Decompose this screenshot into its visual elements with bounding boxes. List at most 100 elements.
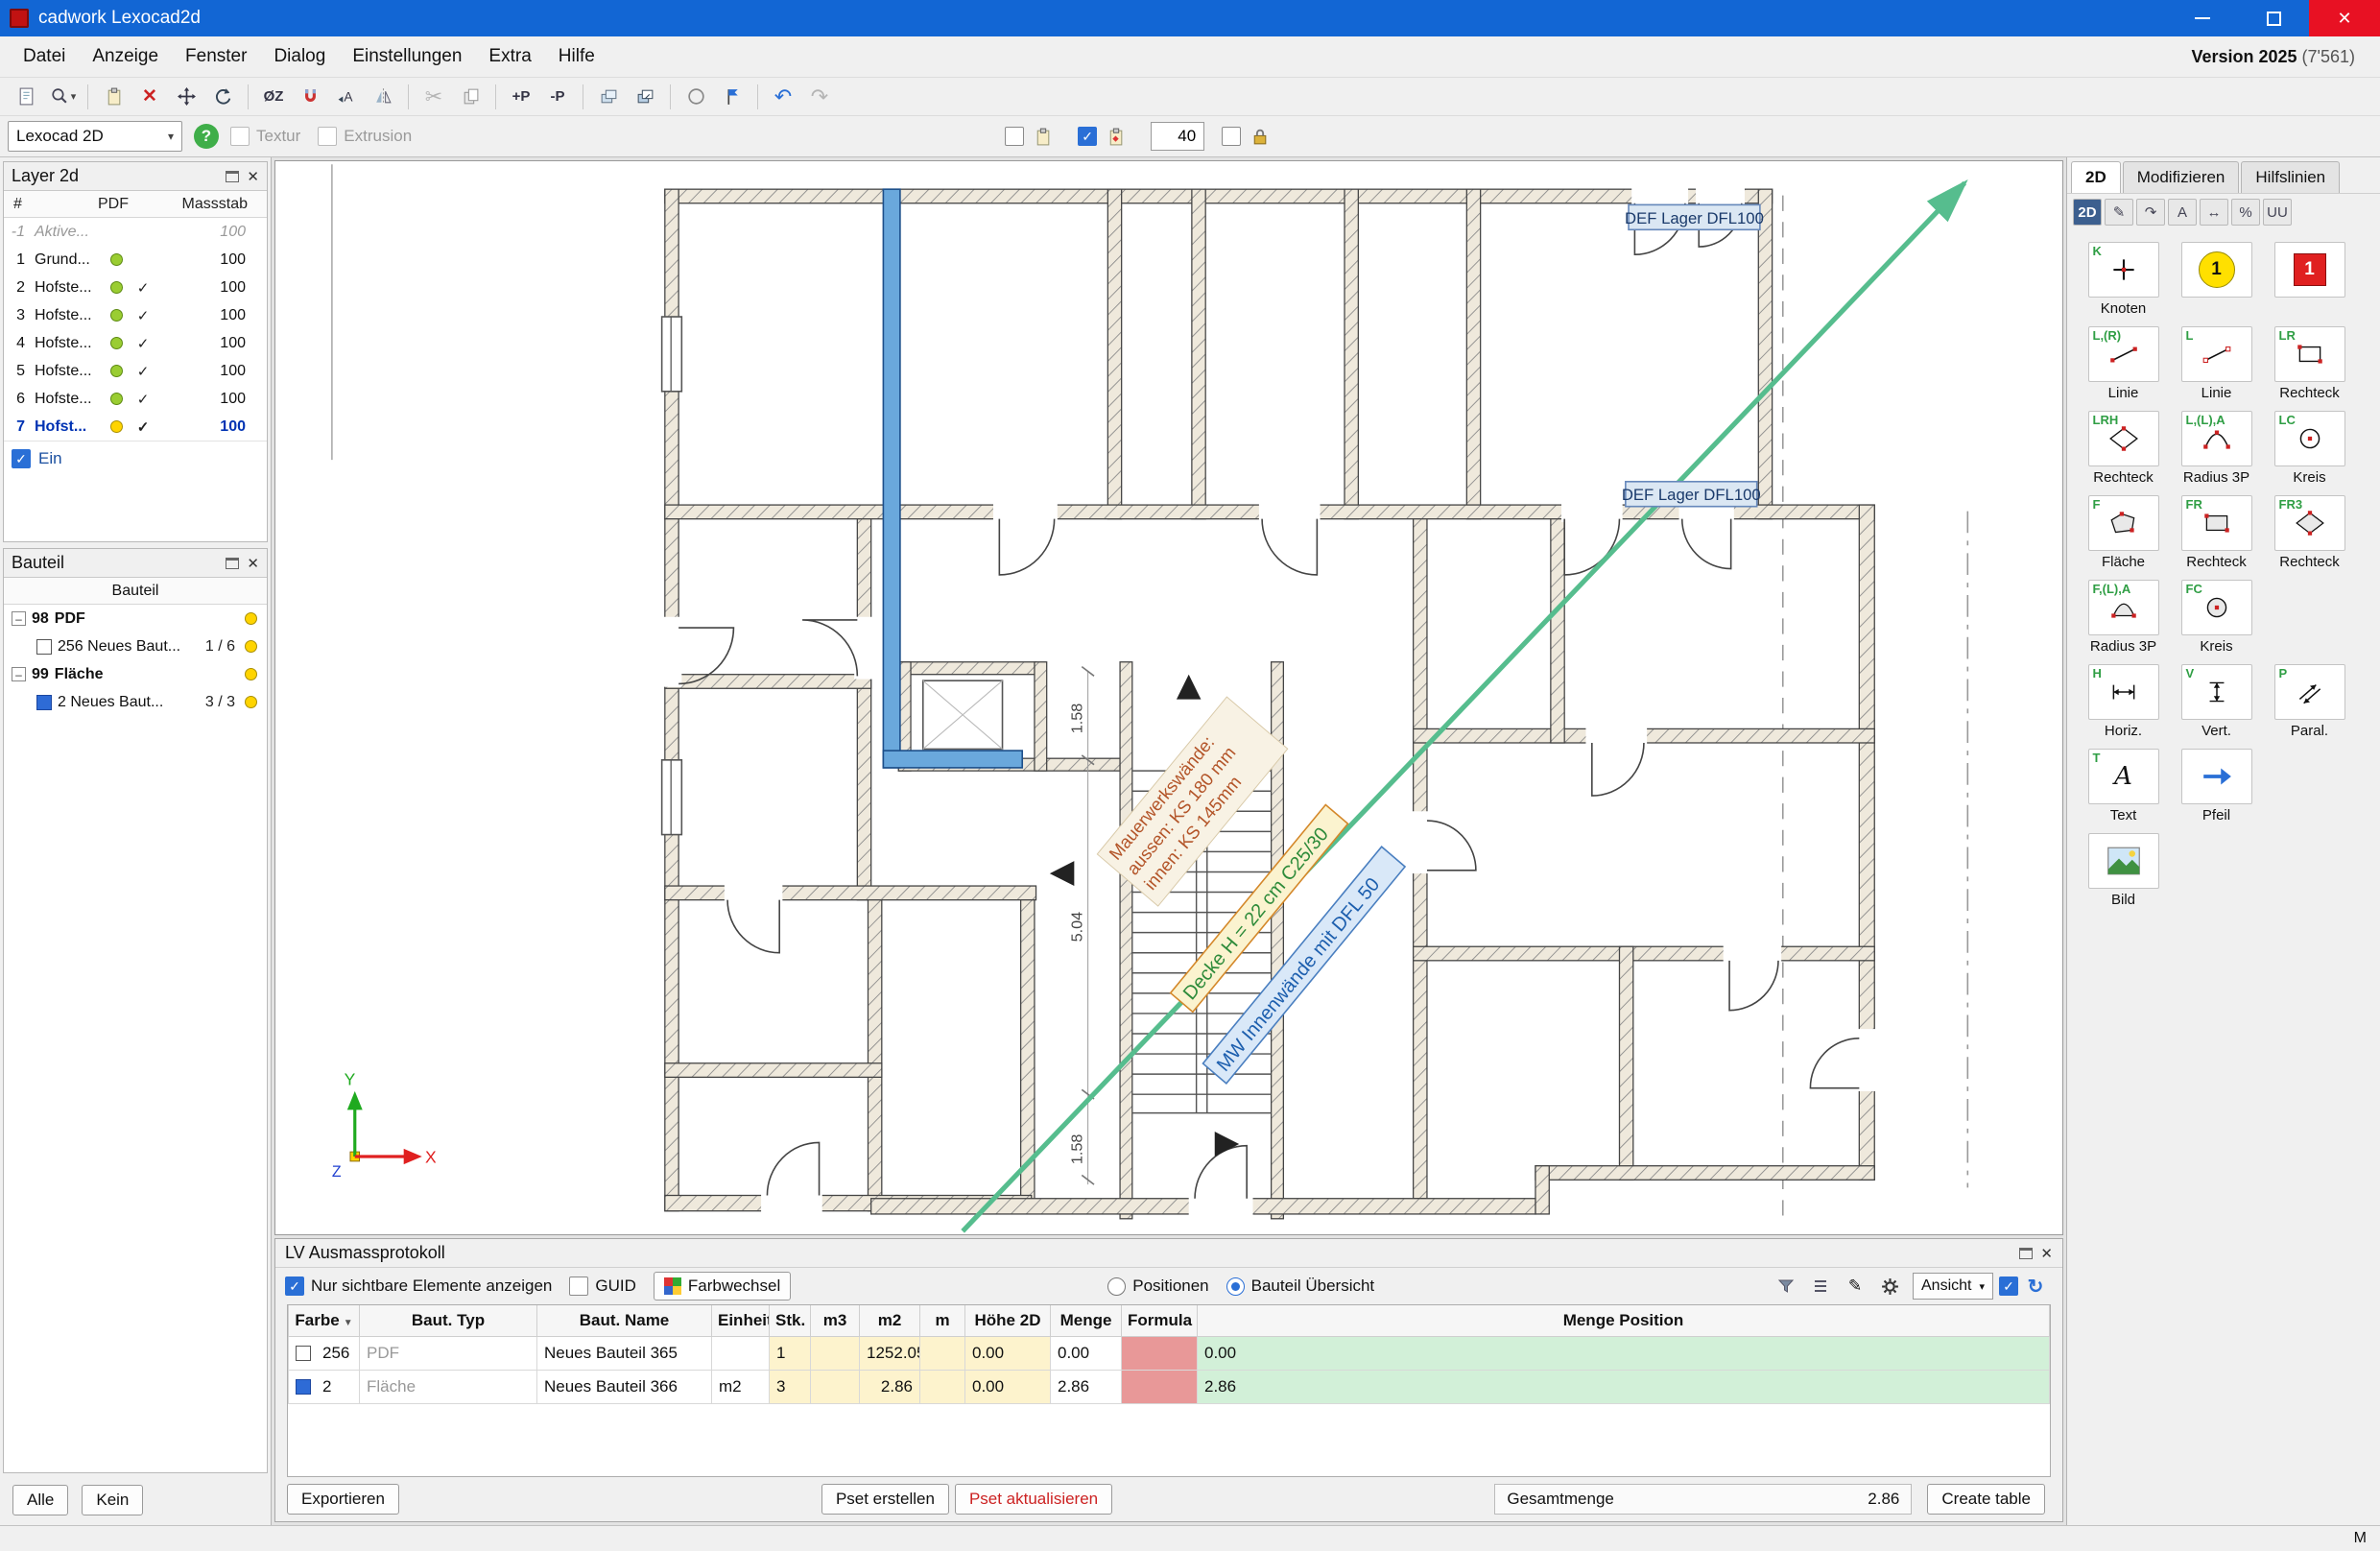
col-m[interactable]: m [920,1305,965,1336]
redo-button[interactable]: ↷ [802,82,837,112]
col-m3[interactable]: m3 [811,1305,860,1336]
layer-row[interactable]: 1 Grund... 100 [4,246,267,274]
guid-checkbox[interactable] [569,1277,588,1296]
tool-rechteck-fr[interactable]: FR [2181,495,2252,551]
plus-p-button[interactable]: +P [504,82,538,112]
move-to-layer-button[interactable] [628,82,662,112]
drawing-canvas[interactable]: 1.58 5.04 1.58 DEF Lager DFL100 DEF Lage… [274,160,2063,1235]
rotate-button[interactable] [205,82,240,112]
mirror-button[interactable] [366,82,400,112]
layer-panel-titlebar[interactable]: Layer 2d ✕ [4,162,267,191]
item-visibility-bulb-icon[interactable] [245,640,257,653]
annotation-mw-innenwaende[interactable]: MW Innenwände mit DFL 50 [1202,847,1405,1084]
tree-item-flaeche[interactable]: 2 Neues Baut... 3 / 3 [4,688,267,716]
tree-collapse-icon[interactable]: – [12,611,26,626]
auto-refresh-checkbox[interactable]: ✓ [1999,1277,2018,1296]
pset-erstellen-button[interactable]: Pset erstellen [821,1484,949,1515]
layer-pdf-check-icon[interactable]: ✓ [129,279,157,297]
refresh-button[interactable]: ↻ [2020,1273,2051,1300]
col-stk[interactable]: Stk. [770,1305,811,1336]
layer-visibility-bulb-icon[interactable] [110,337,123,349]
tool-linie-l[interactable]: L [2181,326,2252,382]
layer-row[interactable]: 3 Hofste... ✓ 100 [4,301,267,329]
new-document-button[interactable] [9,82,43,112]
menu-datei[interactable]: Datei [10,40,79,73]
pset-aktualisieren-button[interactable]: Pset aktualisieren [955,1484,1112,1515]
column-list-button[interactable] [1805,1273,1836,1300]
color-swatch[interactable] [296,1379,311,1395]
tool-kreis-lc[interactable]: LC [2274,411,2345,466]
circle-mode-button[interactable] [678,82,713,112]
lock-checkbox[interactable] [1222,127,1241,146]
protocol-marked-button[interactable] [1098,121,1132,152]
layer-visibility-bulb-icon[interactable] [110,281,123,294]
bauteil-uebersicht-radio[interactable] [1226,1277,1245,1296]
col-hoehe-2d[interactable]: Höhe 2D [965,1305,1051,1336]
menu-anzeige[interactable]: Anzeige [79,40,172,73]
ein-checkbox[interactable]: ✓ [12,449,31,468]
tool-rechteck-lrh[interactable]: LRH [2088,411,2159,466]
group-visibility-bulb-icon[interactable] [245,668,257,680]
delete-button[interactable]: ✕ [132,82,167,112]
minimize-button[interactable] [2167,0,2238,36]
table-row[interactable]: 2 Fläche Neues Bauteil 366 m2 3 2.86 0.0… [289,1370,2050,1403]
tool-knoten[interactable]: K [2088,242,2159,298]
close-panel-icon[interactable]: ✕ [247,168,259,185]
extrusion-checkbox[interactable] [318,127,337,146]
protocol-button[interactable] [1025,121,1059,152]
size-input[interactable] [1151,122,1204,151]
col-farbe[interactable]: Farbe▼ [289,1305,360,1336]
tree-collapse-icon[interactable]: – [12,667,26,681]
table-row[interactable]: 256 PDF Neues Bauteil 365 1 1252.05 0.00… [289,1336,2050,1370]
menu-dialog[interactable]: Dialog [260,40,339,73]
item-visibility-bulb-icon[interactable] [245,696,257,708]
align-text-button[interactable]: A [329,82,364,112]
help-button[interactable]: ? [194,124,219,149]
lv-panel-titlebar[interactable]: LV Ausmassprotokoll ✕ [275,1239,2062,1268]
floor-plan[interactable]: 1.58 5.04 1.58 DEF Lager DFL100 DEF Lage… [275,161,2062,1234]
tool-pfeil[interactable] [2181,749,2252,804]
undo-button[interactable]: ↶ [766,82,800,112]
maximize-button[interactable] [2238,0,2309,36]
layer-row[interactable]: -1 Aktive... 100 [4,218,267,246]
copy-to-layer-button[interactable] [591,82,626,112]
workspace-select[interactable]: Lexocad 2D ▾ [8,121,182,152]
layer-pdf-check-icon[interactable]: ✓ [129,418,157,436]
tree-group-pdf[interactable]: – 98 PDF [4,605,267,632]
color-swatch[interactable] [36,639,52,655]
float-panel-icon[interactable] [226,171,239,182]
col-menge-position[interactable]: Menge Position [1198,1305,2050,1336]
col-einheit[interactable]: Einheit [712,1305,770,1336]
create-table-button[interactable]: Create table [1927,1484,2045,1515]
menu-fenster[interactable]: Fenster [172,40,260,73]
textur-checkbox[interactable] [230,127,250,146]
layer-pdf-check-icon[interactable]: ✓ [129,307,157,324]
formula-cell[interactable] [1122,1336,1198,1370]
cut-button[interactable]: ✂ [416,82,451,112]
float-panel-icon[interactable] [2019,1248,2033,1259]
color-swatch[interactable] [296,1346,311,1361]
menu-hilfe[interactable]: Hilfe [545,40,608,73]
tool-radius-3p-linie[interactable]: L,(L),A [2181,411,2252,466]
menu-extra[interactable]: Extra [475,40,544,73]
mode-2d-button[interactable]: 2D [2073,199,2102,226]
lock-button[interactable] [1242,121,1276,152]
tab-2d[interactable]: 2D [2071,161,2121,193]
col-m2[interactable]: m2 [860,1305,920,1336]
filter-caret-icon[interactable]: ▼ [344,1318,353,1328]
layer-row[interactable]: 6 Hofste... ✓ 100 [4,385,267,413]
zero-z-button[interactable]: ØZ [256,82,291,112]
layer-visibility-bulb-icon[interactable] [110,365,123,377]
alle-button[interactable]: Alle [12,1485,68,1515]
filter-button[interactable] [1771,1273,1801,1300]
def-lager-label[interactable]: DEF Lager DFL100 [1625,204,1764,229]
tool-rechteck-fr3[interactable]: FR3 [2274,495,2345,551]
clipboard-button[interactable] [96,82,131,112]
col-baut-name[interactable]: Baut. Name [537,1305,712,1336]
sichtbare-checkbox[interactable]: ✓ [285,1277,304,1296]
uu-button[interactable]: UU [2263,199,2292,226]
close-panel-icon[interactable]: ✕ [2040,1245,2053,1262]
tool-text[interactable]: T A [2088,749,2159,804]
magnet-snap-button[interactable] [293,82,327,112]
tab-hilfslinien[interactable]: Hilfslinien [2241,161,2340,193]
